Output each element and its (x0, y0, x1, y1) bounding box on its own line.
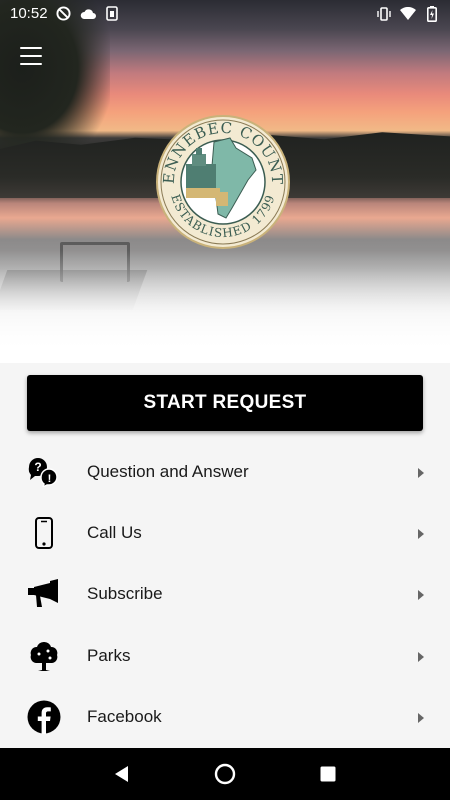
menu-item-question-and-answer[interactable]: ? ! Question and Answer (0, 441, 450, 502)
sim-icon (104, 6, 120, 22)
menu-line (20, 55, 42, 57)
menu-item-label: Question and Answer (87, 461, 249, 481)
tree-icon (26, 638, 62, 674)
facebook-icon (26, 699, 62, 735)
menu-line (20, 47, 42, 49)
chevron-right-icon (416, 650, 426, 662)
menu-line (20, 63, 42, 65)
menu-item-parks[interactable]: Parks (0, 625, 450, 686)
chevron-right-icon (416, 466, 426, 478)
hamburger-menu-button[interactable] (20, 47, 42, 65)
do-not-disturb-icon (56, 6, 72, 22)
megaphone-icon (26, 576, 62, 612)
county-seal-logo: KENNEBEC COUNTY ESTABLISHED 1799 (150, 100, 290, 250)
cloud-icon (80, 6, 96, 22)
vibrate-icon (376, 6, 392, 22)
svg-text:?: ? (34, 460, 41, 474)
chevron-right-icon (416, 527, 426, 539)
menu-item-label: Parks (87, 645, 131, 665)
menu-item-facebook[interactable]: Facebook (0, 686, 450, 747)
question-bubbles-icon: ? ! (26, 454, 62, 490)
system-navigation-bar (0, 748, 450, 800)
wifi-icon (400, 6, 416, 22)
phone-icon (26, 515, 62, 551)
menu-item-label: Call Us (87, 522, 142, 542)
menu-list: ? ! Question and Answer Call Us Subscrib… (0, 441, 450, 747)
chevron-right-icon (416, 711, 426, 723)
hero-fade (0, 250, 450, 363)
menu-item-label: Subscribe (87, 584, 163, 604)
recents-button[interactable] (308, 754, 348, 794)
svg-text:!: ! (48, 473, 52, 485)
status-bar: 10:52 (0, 0, 450, 27)
status-time: 10:52 (10, 5, 48, 22)
start-request-button[interactable]: START REQUEST (27, 375, 423, 431)
chevron-right-icon (416, 588, 426, 601)
back-button[interactable] (102, 754, 142, 794)
battery-icon (424, 5, 440, 22)
menu-item-subscribe[interactable]: Subscribe (0, 564, 450, 625)
home-button[interactable] (205, 754, 245, 794)
menu-item-label: Facebook (87, 706, 162, 726)
menu-item-call-us[interactable]: Call Us (0, 502, 450, 563)
